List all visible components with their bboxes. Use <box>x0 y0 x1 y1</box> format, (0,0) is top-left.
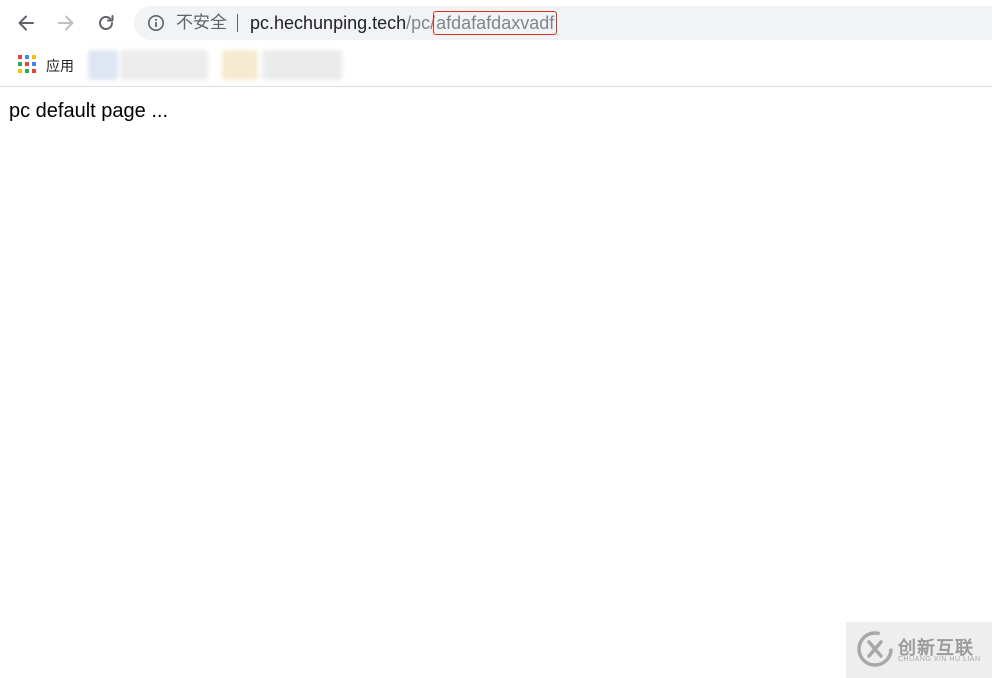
apps-grid-icon[interactable] <box>18 55 36 73</box>
apps-bookmark-label[interactable]: 应用 <box>46 56 74 76</box>
watermark-brand-en: CHUANG XIN HU LIAN <box>898 656 981 663</box>
blurred-bookmark[interactable] <box>222 50 258 80</box>
blurred-bookmark[interactable] <box>262 50 342 80</box>
url-path-highlight: afdafafdaxvadf <box>433 11 558 35</box>
blurred-bookmark[interactable] <box>120 50 208 80</box>
security-label[interactable]: 不安全 <box>176 13 227 33</box>
forward-button[interactable] <box>50 7 82 39</box>
url-host: pc.hechunping.tech <box>250 13 407 33</box>
arrow-left-icon <box>18 15 34 31</box>
address-divider <box>237 14 238 32</box>
page-body-text: pc default page ... <box>9 100 169 122</box>
reload-button[interactable] <box>90 7 122 39</box>
info-icon[interactable] <box>147 14 165 32</box>
watermark-logo: 创新互联 CHUANG XIN HU LIAN <box>846 622 992 678</box>
bookmarks-bar: 应用 <box>0 46 992 87</box>
blurred-bookmark[interactable] <box>88 50 118 80</box>
arrow-right-icon <box>58 15 74 31</box>
address-bar[interactable]: 不安全 pc.hechunping.tech/pc/afdafafdaxvadf <box>134 6 992 40</box>
back-button[interactable] <box>10 7 42 39</box>
reload-icon <box>99 15 114 30</box>
url-path-prefix: /pc/ <box>406 13 436 33</box>
url-text[interactable]: pc.hechunping.tech/pc/afdafafdaxvadf <box>250 11 558 35</box>
browser-toolbar: 不安全 pc.hechunping.tech/pc/afdafafdaxvadf <box>0 0 992 46</box>
watermark-logo-icon <box>857 631 893 667</box>
